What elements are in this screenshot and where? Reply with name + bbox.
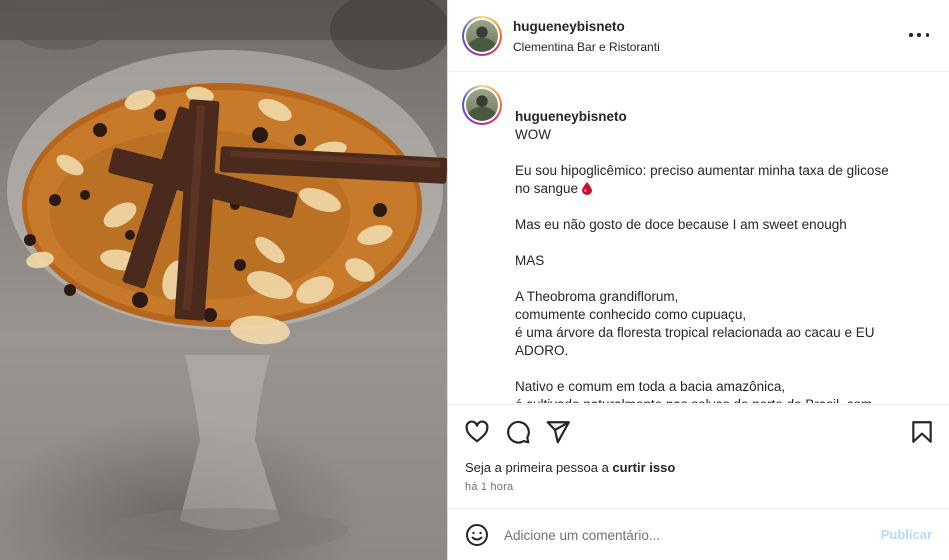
heart-icon[interactable] <box>464 419 490 445</box>
comment-bar: Publicar <box>448 508 949 560</box>
paper-plane-icon[interactable] <box>545 419 571 445</box>
caption-first-line: WOW <box>515 127 551 142</box>
bookmark-icon[interactable] <box>909 419 935 445</box>
caption-paragraph: Nativo e comum em toda a bacia amazônica… <box>515 379 872 403</box>
action-bar <box>448 404 949 454</box>
dessert-image <box>0 0 447 552</box>
likes-summary: Seja a primeira pessoa a curtir isso <box>465 460 675 475</box>
caption-text: hugueneybisneto WOW Eu sou hipoglicêmico… <box>515 90 915 403</box>
post-caption: hugueneybisneto WOW Eu sou hipoglicêmico… <box>448 73 949 403</box>
blood-drop-icon <box>581 182 592 195</box>
smiley-icon[interactable] <box>465 523 489 547</box>
author-username[interactable]: hugueneybisneto <box>513 19 625 34</box>
comment-input[interactable] <box>504 523 864 547</box>
caption-paragraph: Mas eu não gosto de doce because I am sw… <box>515 217 847 232</box>
post-location[interactable]: Clementina Bar e Ristoranti <box>513 40 660 54</box>
post-timestamp[interactable]: há 1 hora <box>465 481 513 493</box>
caption-paragraph: MAS <box>515 253 545 268</box>
post-header: hugueneybisneto Clementina Bar e Ristora… <box>448 0 949 72</box>
likes-prefix: Seja a primeira pessoa a <box>465 460 613 475</box>
caption-username[interactable]: hugueneybisneto <box>515 109 627 124</box>
like-this-link[interactable]: curtir isso <box>612 460 675 475</box>
comment-bubble-icon[interactable] <box>505 419 531 445</box>
publish-button[interactable]: Publicar <box>881 527 932 542</box>
caption-author-avatar[interactable] <box>462 85 502 125</box>
author-avatar[interactable] <box>462 16 502 56</box>
post-detail-panel: hugueneybisneto Clementina Bar e Ristora… <box>447 0 949 560</box>
post-photo[interactable] <box>0 0 447 560</box>
caption-paragraph: A Theobroma grandiflorum, comumente conh… <box>515 289 875 358</box>
caption-paragraph: Eu sou hipoglicêmico: preciso aumentar m… <box>515 163 889 196</box>
more-options-icon[interactable] <box>909 26 929 44</box>
